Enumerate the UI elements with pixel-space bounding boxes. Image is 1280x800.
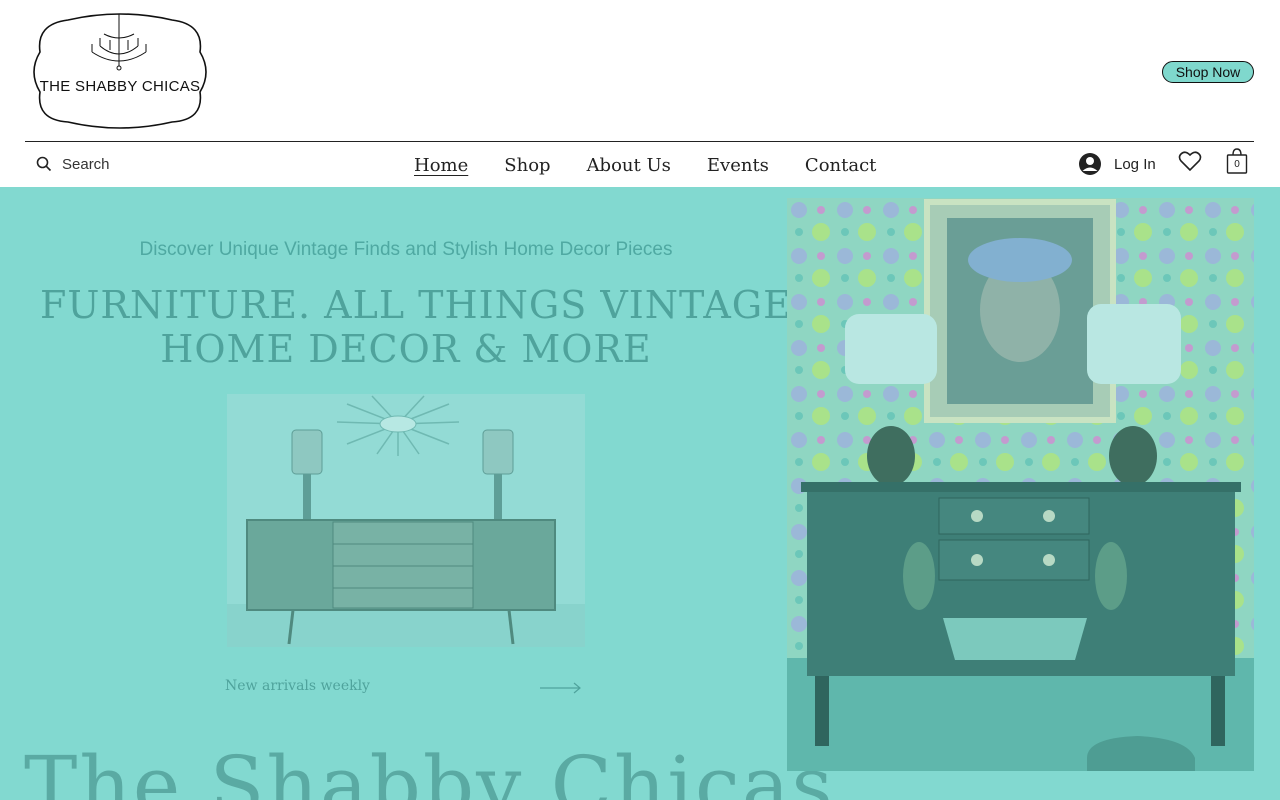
- nav-item-about-us[interactable]: About Us: [587, 155, 671, 176]
- search-bar[interactable]: Search: [36, 150, 110, 178]
- brand-big-title: The Shabby Chicas: [24, 739, 835, 800]
- cart-count: 0: [1234, 159, 1240, 170]
- header-divider: [25, 141, 1254, 142]
- hero-section: Discover Unique Vintage Finds and Stylis…: [0, 187, 1280, 800]
- user-icon: [1079, 153, 1101, 175]
- nav-item-contact[interactable]: Contact: [805, 155, 876, 176]
- new-arrivals-link[interactable]: New arrivals weekly: [225, 678, 370, 694]
- nav-item-events[interactable]: Events: [707, 155, 769, 176]
- brand-logo[interactable]: THE SHABBY CHICAS: [28, 12, 212, 130]
- brand-name: THE SHABBY CHICAS: [39, 78, 201, 95]
- login-label: Log In: [1114, 155, 1156, 173]
- shop-now-button[interactable]: Shop Now: [1162, 61, 1254, 83]
- site-header: THE SHABBY CHICAS Shop Now Search Home S…: [0, 0, 1280, 187]
- search-icon: [36, 156, 52, 172]
- sideboard-photo: [227, 394, 585, 647]
- hero-headline-line-1: FURNITURE. ALL THINGS VINTAGE.: [40, 283, 805, 327]
- hero-subtitle: Discover Unique Vintage Finds and Stylis…: [139, 239, 673, 260]
- cart-button[interactable]: 0: [1226, 147, 1248, 175]
- nav-item-home[interactable]: Home: [414, 155, 468, 176]
- main-nav: Home Shop About Us Events Contact: [414, 150, 912, 180]
- logo-cloud-frame: [33, 13, 207, 129]
- heart-icon[interactable]: [1178, 150, 1202, 172]
- hero-headline-line-2: HOME DECOR & MORE: [160, 327, 652, 371]
- arrow-right-icon[interactable]: [540, 681, 582, 695]
- login-button[interactable]: Log In: [1078, 150, 1156, 178]
- featured-dresser-photo: [787, 198, 1254, 771]
- search-label: Search: [62, 155, 110, 173]
- nav-item-shop[interactable]: Shop: [504, 155, 550, 176]
- hero-headline: FURNITURE. ALL THINGS VINTAGE. HOME DECO…: [40, 283, 805, 371]
